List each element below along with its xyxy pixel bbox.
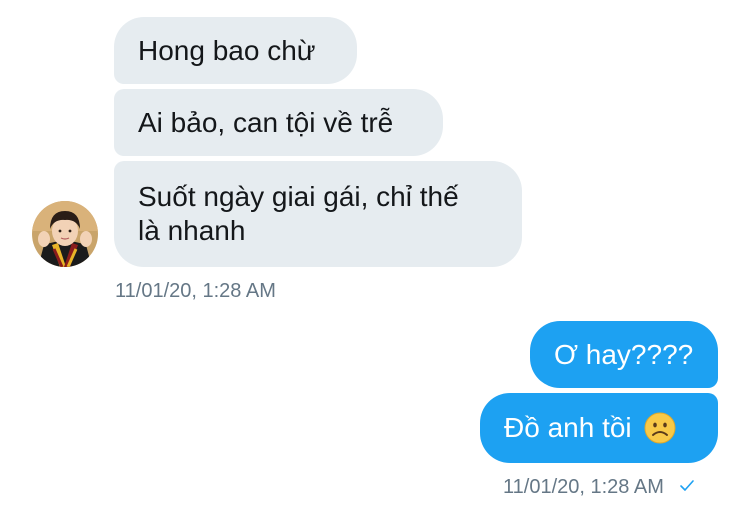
checkmark-icon — [679, 476, 695, 499]
incoming-message-bubble[interactable]: Ai bảo, can tội về trễ — [114, 89, 443, 156]
incoming-message-bubble[interactable]: Hong bao chừ — [114, 17, 357, 84]
message-text: Đồ anh tồi — [504, 412, 632, 443]
avatar[interactable] — [32, 201, 98, 267]
avatar-image — [32, 201, 98, 267]
message-text: Ơ hay???? — [554, 338, 694, 370]
message-text-line: Suốt ngày giai gái, chỉ thế — [138, 181, 459, 212]
incoming-message-bubble[interactable]: Suốt ngày giai gái, chỉ thế là nhanh — [114, 161, 522, 267]
message-text: Ai bảo, can tội về trễ — [138, 106, 394, 138]
message-text-line: là nhanh — [138, 215, 246, 246]
outgoing-message-bubble[interactable]: Đồ anh tồi — [480, 393, 718, 463]
conversation-view: Hong bao chừ Ai bảo, can tội về trễ Suốt… — [0, 0, 750, 512]
message-text: Hong bao chừ — [138, 34, 316, 66]
outgoing-timestamp: 11/01/20, 1:28 AM — [503, 476, 695, 499]
outgoing-message-bubble[interactable]: Ơ hay???? — [530, 321, 718, 388]
incoming-timestamp: 11/01/20, 1:28 AM — [115, 280, 276, 302]
frowning-face-icon — [644, 412, 676, 444]
